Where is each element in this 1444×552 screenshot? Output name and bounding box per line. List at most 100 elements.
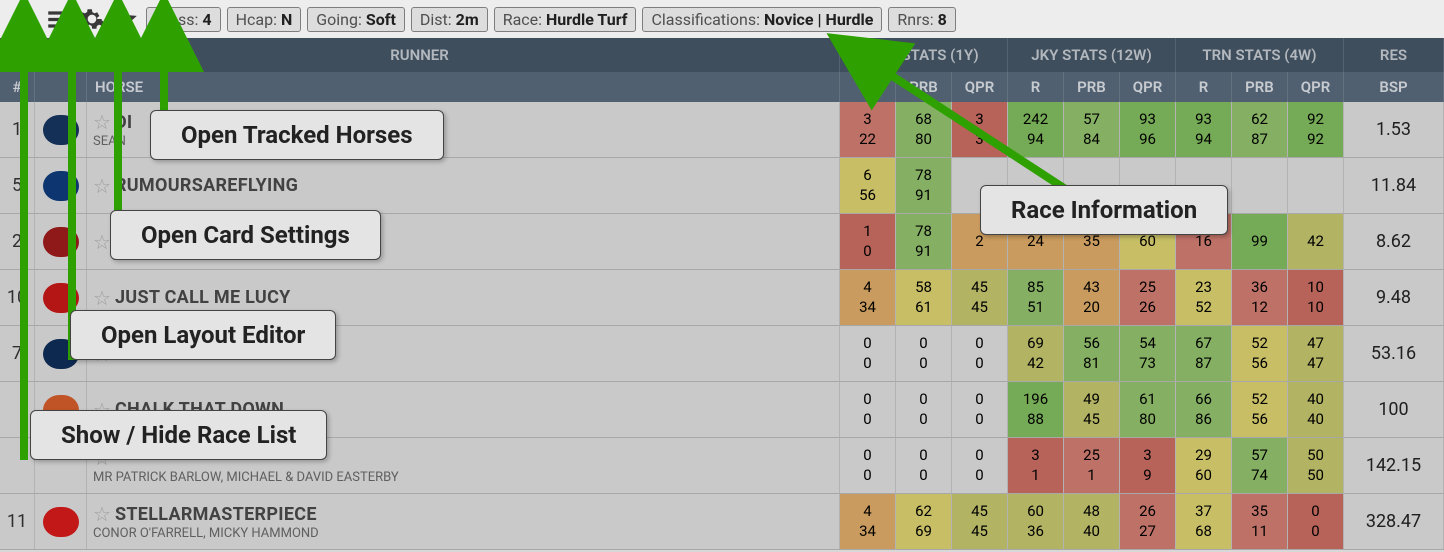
pill-going: Going: Soft <box>307 7 405 32</box>
pill-race: Race: Hurdle Turf <box>494 7 637 32</box>
runner-number: 1 <box>0 102 35 157</box>
col-trn-qpr[interactable]: QPR <box>1288 72 1344 102</box>
horse-cell[interactable]: ☆ <box>87 214 840 269</box>
bsp-value: 328.47 <box>1344 494 1444 549</box>
col-jky-prb[interactable]: PRB <box>1064 72 1120 102</box>
star-outline-icon[interactable]: ☆ <box>93 342 111 366</box>
horse-name: DI <box>115 112 133 133</box>
bsp-value: 142.15 <box>1344 438 1444 493</box>
runner-number: 10 <box>0 270 35 325</box>
stat-cell: 6942 <box>1008 326 1064 381</box>
stat-cell: 5050 <box>1288 438 1344 493</box>
star-outline-icon[interactable]: ☆ <box>93 286 111 310</box>
stat-cell: 2 <box>952 214 1008 269</box>
star-icon <box>113 6 139 32</box>
star-outline-icon[interactable]: ☆ <box>93 446 111 470</box>
stat-cell: 35 <box>1064 214 1120 269</box>
pill-label: Hcap: <box>236 10 277 29</box>
table-row[interactable]: ☆MR PATRICK BARLOW, MICHAEL & DAVID EAST… <box>0 438 1444 494</box>
table-row[interactable]: 2☆10789122435601699428.62 <box>0 214 1444 270</box>
card-settings-button[interactable] <box>78 5 106 33</box>
table-row[interactable]: 11 ☆STELLARMASTERPIECECONOR O'FARRELL, MI… <box>0 494 1444 550</box>
col-trn-prb[interactable]: PRB <box>1232 72 1288 102</box>
silk-icon <box>35 326 87 381</box>
silk-icon <box>35 102 87 157</box>
stat-cell: 5774 <box>1232 438 1288 493</box>
col-num[interactable]: # <box>0 72 35 102</box>
runner-number: 7 <box>0 326 35 381</box>
stat-cell <box>952 158 1008 213</box>
silk-icon <box>35 382 87 437</box>
stat-cell: 4545 <box>952 494 1008 549</box>
pill-value: 2m <box>456 10 479 29</box>
horse-name: STELLARMASTERPIECE <box>115 504 317 525</box>
horse-cell[interactable]: ☆CHALK THAT DOWN <box>87 382 840 437</box>
col-horse[interactable]: HORSE <box>87 72 840 102</box>
star-outline-icon[interactable]: ☆ <box>93 398 111 422</box>
runner-number: 5 <box>0 158 35 213</box>
stat-cell: 6287 <box>1232 102 1288 157</box>
silk-icon <box>35 158 87 213</box>
col-bsp[interactable]: BSP <box>1344 72 1444 102</box>
bsp-value: 8.62 <box>1344 214 1444 269</box>
stat-cell: 434 <box>840 494 896 549</box>
stat-cell: 8551 <box>1008 270 1064 325</box>
table-row[interactable]: 5☆RUMOURSAREFLYING656789111.84 <box>0 158 1444 214</box>
pill-value: Novice | Hurdle <box>764 10 873 29</box>
stat-cell: 656 <box>840 158 896 213</box>
table-row[interactable]: 7☆00000069425681547367875256474753.16 <box>0 326 1444 382</box>
toggle-race-list-button[interactable] <box>10 5 38 33</box>
layout-editor-button[interactable] <box>44 5 72 33</box>
col-hrs-r[interactable]: R <box>840 72 896 102</box>
horse-cell[interactable]: ☆MR PATRICK BARLOW, MICHAEL & DAVID EAST… <box>87 438 840 493</box>
stat-cell: 4747 <box>1288 326 1344 381</box>
stat-cell: 00 <box>952 382 1008 437</box>
table-row[interactable]: 1☆DISEAN32268803324294578493969394628792… <box>0 102 1444 158</box>
pill-label: Class: <box>155 10 198 29</box>
menu-icon <box>45 6 71 32</box>
stat-cell: 00 <box>896 382 952 437</box>
col-trn-r[interactable]: R <box>1176 72 1232 102</box>
stat-cell: 5784 <box>1064 102 1120 157</box>
star-outline-icon[interactable]: ☆ <box>93 230 111 254</box>
stat-cell: 00 <box>840 382 896 437</box>
pill-label: Rnrs: <box>897 10 933 29</box>
stat-cell <box>1232 158 1288 213</box>
horse-cell[interactable]: ☆STELLARMASTERPIECECONOR O'FARRELL, MICK… <box>87 494 840 549</box>
silk-icon <box>35 214 87 269</box>
tracked-horses-button[interactable] <box>112 5 140 33</box>
star-outline-icon[interactable]: ☆ <box>93 110 111 134</box>
stat-cell: 434 <box>840 270 896 325</box>
col-jky-qpr[interactable]: QPR <box>1120 72 1176 102</box>
silk-icon <box>35 270 87 325</box>
pill-label: Dist: <box>420 10 452 29</box>
col-hrs-prb[interactable]: PRB <box>896 72 952 102</box>
stat-cell <box>1176 158 1232 213</box>
stat-cell: 24 <box>1008 214 1064 269</box>
stat-cell <box>1008 158 1064 213</box>
stat-cell: 39 <box>1120 438 1176 493</box>
stat-cell: 19688 <box>1008 382 1064 437</box>
star-outline-icon[interactable]: ☆ <box>93 174 111 198</box>
gear-icon <box>79 6 105 32</box>
stat-cell: 00 <box>1288 494 1344 549</box>
toolbar: Class: 4 Hcap: N Going: Soft Dist: 2m Ra… <box>0 0 1444 38</box>
group-hrs: HRS STATS (1Y) <box>840 38 1008 72</box>
star-outline-icon[interactable]: ☆ <box>93 502 111 526</box>
stat-cell: 3768 <box>1176 494 1232 549</box>
stat-cell: 5256 <box>1232 326 1288 381</box>
stat-cell: 251 <box>1064 438 1120 493</box>
col-hrs-qpr[interactable]: QPR <box>952 72 1008 102</box>
runner-number: 11 <box>0 494 35 549</box>
table-row[interactable]: 10☆JUST CALL ME LUCY43458614545855143202… <box>0 270 1444 326</box>
col-jky-r[interactable]: R <box>1008 72 1064 102</box>
horse-cell[interactable]: ☆RUMOURSAREFLYING <box>87 158 840 213</box>
stat-cell: 6787 <box>1176 326 1232 381</box>
horse-name: JUST CALL ME LUCY <box>115 287 291 308</box>
stat-cell: 6269 <box>896 494 952 549</box>
horse-cell[interactable]: ☆ <box>87 326 840 381</box>
table-row[interactable]: ☆CHALK THAT DOWN000000196884945618066865… <box>0 382 1444 438</box>
horse-cell[interactable]: ☆JUST CALL ME LUCY <box>87 270 840 325</box>
horse-cell[interactable]: ☆DISEAN <box>87 102 840 157</box>
horse-subtext: MR PATRICK BARLOW, MICHAEL & DAVID EASTE… <box>93 470 399 485</box>
